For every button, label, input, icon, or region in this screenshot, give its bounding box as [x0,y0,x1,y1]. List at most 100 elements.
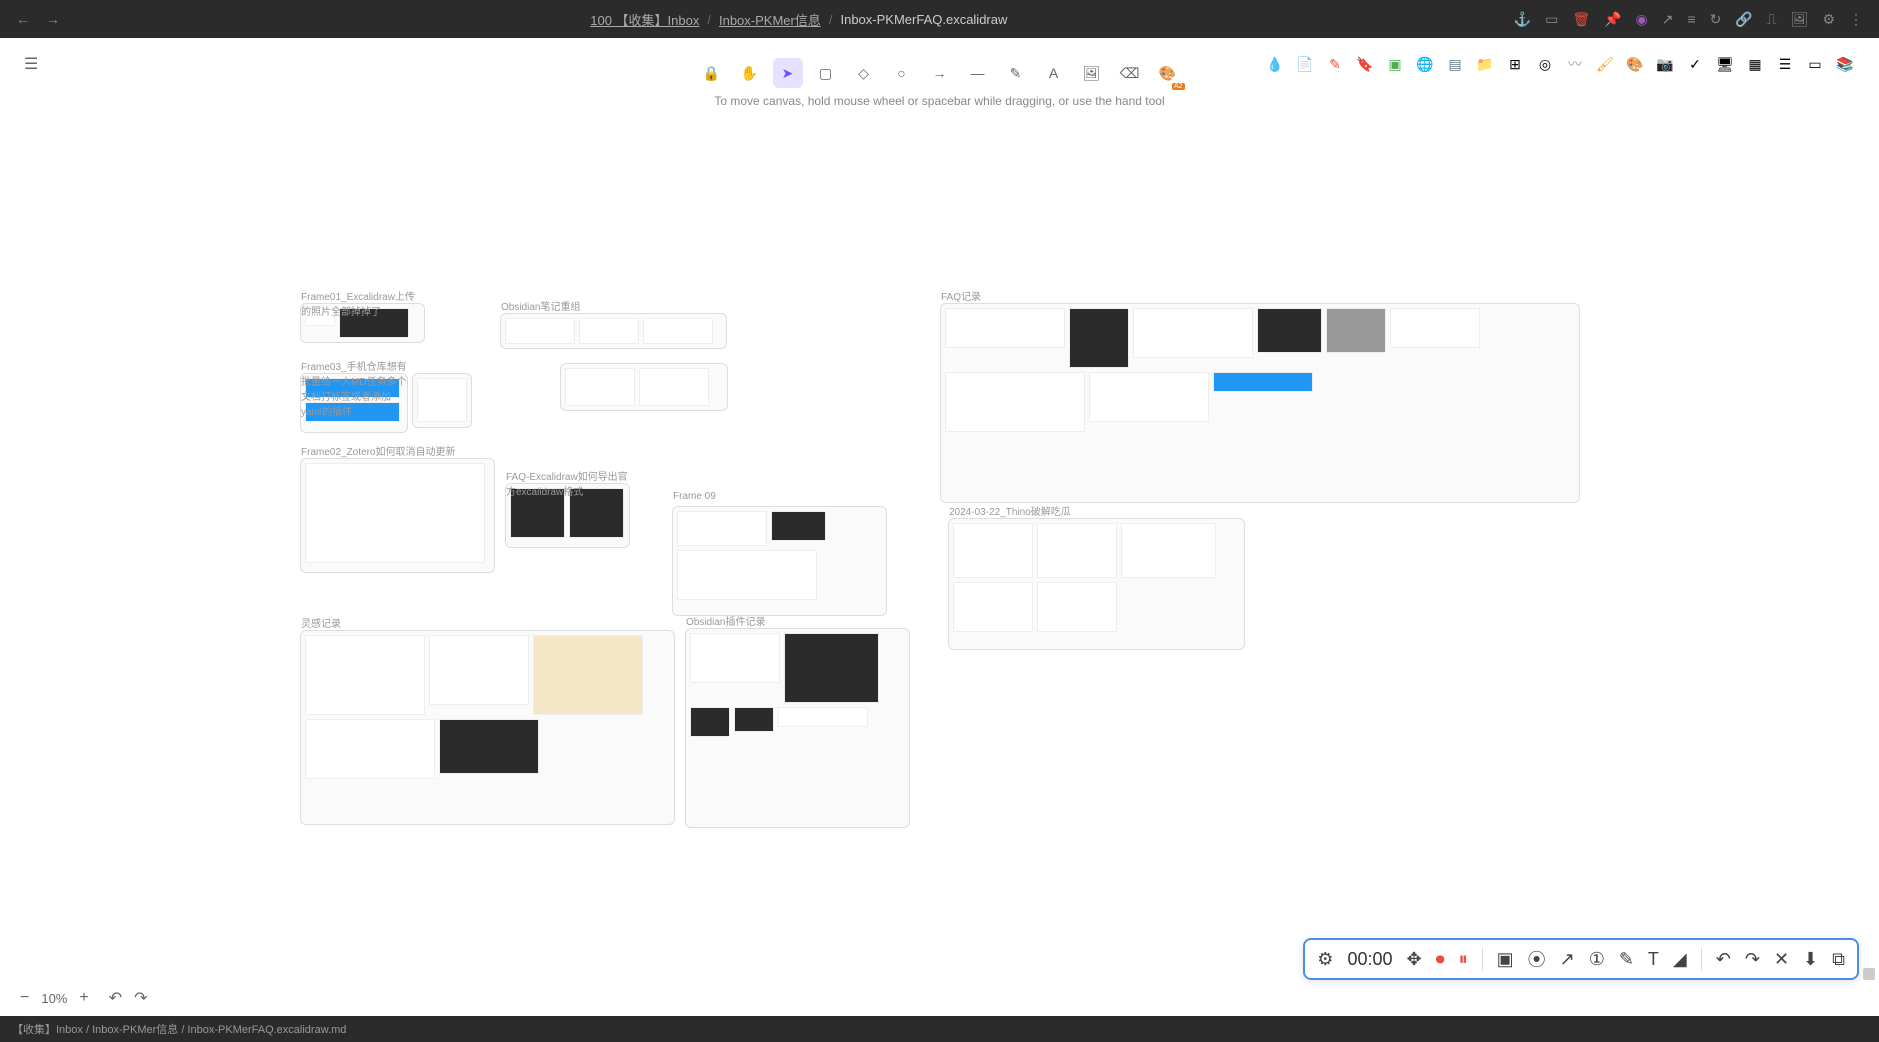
frame-thino[interactable]: 2024-03-22_Thino破解吃瓜 [948,518,1245,650]
rec-move-icon[interactable]: ✥ [1406,949,1421,970]
right-toolbar: 💧 📄 ✎ 🔖 ▣ 🌐 ▤ 📁 ⊞ ◎ 〰 🖌 🎨 📷 ✓ 🖥 ▦ ☰ ▭ 📚 [1265,54,1855,74]
frame-02[interactable]: Frame02_Zotero如何取消自动更新 [300,458,495,573]
camera-icon[interactable]: 📷 [1655,54,1675,74]
pin-icon[interactable]: 📌 [1604,11,1621,28]
globe-icon[interactable]: 🌐 [1415,54,1435,74]
rec-close-icon[interactable]: ✕ [1774,949,1789,970]
frame-01[interactable]: Frame01_Excalidraw上传的照片全部掉掉了 [300,303,425,343]
ellipse-tool[interactable]: ○ [887,58,917,88]
select-tool[interactable]: ➤ [773,58,803,88]
box-green-icon[interactable]: ▣ [1385,54,1405,74]
image-tool[interactable]: 🖼 [1077,58,1107,88]
rec-pen-icon[interactable]: ✎ [1619,949,1634,970]
frame-label: Frame02_Zotero如何取消自动更新 [301,443,455,458]
frame-09[interactable]: Frame 09 [672,506,887,616]
nav-back-icon[interactable]: ← [16,11,30,27]
rec-copy-icon[interactable]: ⧉ [1832,949,1845,970]
rec-pause-button[interactable]: ⏸ [1459,949,1468,970]
eraser-tool[interactable]: ⌫ [1115,58,1145,88]
rectangle-tool[interactable]: ▢ [811,58,841,88]
bookmark-icon[interactable]: 🔖 [1355,54,1375,74]
card-icon[interactable]: ▤ [1445,54,1465,74]
status-bar: 【收集】Inbox / Inbox-PKMer信息 / Inbox-PKMerF… [0,1016,1879,1042]
library-icon[interactable]: 📚 [1835,54,1855,74]
delete-icon[interactable]: 🗑 [1572,11,1590,28]
settings-icon[interactable]: ⚙ [1822,11,1835,28]
rec-frame-icon[interactable]: ▣ [1497,949,1514,970]
check-icon[interactable]: ✓ [1685,54,1705,74]
anchor-icon[interactable]: ⚓ [1514,11,1531,28]
rec-spotlight-icon[interactable]: ⦿ [1528,946,1546,972]
menu-icon[interactable]: ☰ [24,54,38,74]
lock-tool[interactable]: 🔒 [697,58,727,88]
drop-icon[interactable]: 💧 [1265,54,1285,74]
zoom-in-button[interactable]: + [79,989,88,1007]
frame-03[interactable]: Frame03_手机仓库想有批量给一人MD任务多个文档打标签或者添加yaml的插… [300,373,408,433]
edit-red-icon[interactable]: ✎ [1325,54,1345,74]
frame-inspire[interactable]: 灵感记录 [300,630,675,825]
canvas-area[interactable]: ☰ 🔒 ✋ ➤ ▢ ◇ ○ → — ✎ A 🖼 ⌫ 🎨 💧 📄 ✎ 🔖 ▣ 🌐 … [0,38,1879,1016]
folder-icon[interactable]: 📁 [1475,54,1495,74]
rec-eraser-icon[interactable]: ◢ [1673,949,1687,970]
diamond-tool[interactable]: ◇ [849,58,879,88]
brush-icon[interactable]: 🖌 [1595,54,1615,74]
help-badge[interactable] [1863,968,1875,980]
pen-tool[interactable]: ✎ [1001,58,1031,88]
layers-icon[interactable]: ≡ [1688,11,1696,27]
monitor-icon[interactable]: 🖥 [1715,54,1735,74]
frame-03c[interactable] [560,363,728,411]
frame-03b[interactable] [412,373,472,428]
book-icon[interactable]: ▭ [1545,11,1558,28]
refresh-icon[interactable]: ↻ [1710,11,1722,28]
frame-label: Frame03_手机仓库想有批量给一人MD任务多个文档打标签或者添加yaml的插… [301,358,407,418]
rec-record-button[interactable]: ⏺ [1436,949,1445,970]
zoom-level[interactable]: 10% [41,991,67,1006]
zoom-controls: − 10% + ↶ ↷ [20,988,148,1008]
rec-arrow-icon[interactable]: ↗ [1560,949,1575,970]
frame-obsidian-group[interactable]: Obsidian笔记重组 [500,313,727,349]
rec-undo-icon[interactable]: ↶ [1716,949,1731,970]
rec-settings-icon[interactable]: ⚙ [1317,949,1333,970]
status-path[interactable]: 【收集】Inbox / Inbox-PKMer信息 / Inbox-PKMerF… [12,1021,346,1037]
scan-icon[interactable]: ⊞ [1505,54,1525,74]
line-tool[interactable]: — [963,58,993,88]
nav-arrows: ← → [16,11,60,27]
breadcrumb-3[interactable]: Inbox-PKMerFAQ.excalidraw [840,12,1007,27]
circle-icon[interactable]: ◉ [1636,11,1648,28]
redo-button[interactable]: ↷ [134,988,147,1008]
rec-download-icon[interactable]: ⬇ [1803,949,1818,970]
file-icon[interactable]: 📄 [1295,54,1315,74]
separator [1482,947,1483,971]
frame-faq-excal[interactable]: FAQ-Excalidraw如何导出官方excalidraw格式 [505,483,630,548]
rec-text-icon[interactable]: T [1648,949,1659,970]
present-icon[interactable]: ▭ [1805,54,1825,74]
frame-label: Frame01_Excalidraw上传的照片全部掉掉了 [301,288,424,318]
external-icon[interactable]: ↗ [1662,11,1674,28]
wave-icon[interactable]: 〰 [1565,54,1585,74]
link-icon[interactable]: 🔗 [1735,11,1752,28]
zoom-out-button[interactable]: − [20,989,29,1007]
breadcrumb-sep: / [707,12,711,27]
frame-plugin[interactable]: Obsidian插件记录 [685,628,910,828]
breadcrumb-2[interactable]: Inbox-PKMer信息 [719,10,821,29]
arrow-tool[interactable]: → [925,58,955,88]
frame-faq[interactable]: FAQ记录 [940,303,1580,503]
breadcrumb-1[interactable]: 100 【收集】Inbox [590,10,699,29]
paint-icon[interactable]: 🎨 [1625,54,1645,74]
text-tool[interactable]: A [1039,58,1069,88]
rec-redo-icon[interactable]: ↷ [1745,949,1760,970]
rec-number-icon[interactable]: ① [1589,949,1605,970]
layout-icon[interactable]: ▦ [1745,54,1765,74]
drawing-toolbar: 🔒 ✋ ➤ ▢ ◇ ○ → — ✎ A 🖼 ⌫ 🎨 [693,54,1187,92]
image-icon[interactable]: 🖼 [1791,11,1809,28]
hand-tool[interactable]: ✋ [735,58,765,88]
nav-forward-icon[interactable]: → [46,11,60,27]
frame-label: 2024-03-22_Thino破解吃瓜 [949,503,1071,518]
frame-label: FAQ-Excalidraw如何导出官方excalidraw格式 [506,468,629,498]
target-icon[interactable]: ◎ [1535,54,1555,74]
sliders-icon[interactable]: ⎍ [1767,11,1777,28]
list-icon[interactable]: ☰ [1775,54,1795,74]
more-icon[interactable]: ⋮ [1849,11,1863,28]
undo-button[interactable]: ↶ [109,988,122,1008]
palette-tool[interactable]: 🎨 [1153,58,1183,88]
